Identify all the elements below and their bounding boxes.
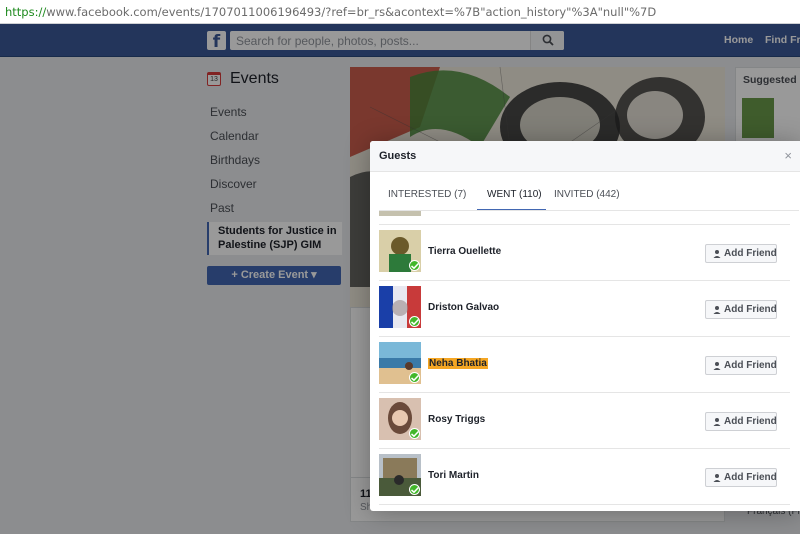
went-check-icon: [409, 484, 420, 495]
add-friend-button[interactable]: Add Friend: [705, 300, 777, 319]
avatar[interactable]: [379, 286, 421, 328]
add-friend-icon: [713, 362, 721, 370]
url-text: www.facebook.com/events/1707011006196493…: [46, 5, 657, 19]
list-item: Tori Martin Add Friend: [379, 449, 790, 505]
add-friend-button[interactable]: Add Friend: [705, 412, 777, 431]
guests-dialog: Guests × INTERESTED (7) WENT (110) INVIT…: [370, 141, 800, 511]
add-friend-label: Add Friend: [724, 248, 777, 259]
list-item: [379, 211, 790, 225]
tab-interested[interactable]: INTERESTED (7): [388, 182, 466, 211]
guest-tabs: INTERESTED (7) WENT (110) INVITED (442): [379, 182, 799, 211]
close-icon[interactable]: ×: [784, 148, 792, 163]
guest-name[interactable]: Rosy Triggs: [428, 414, 485, 425]
add-friend-label: Add Friend: [724, 360, 777, 371]
add-friend-label: Add Friend: [724, 416, 777, 427]
list-item: Tierra Ouellette Add Friend: [379, 225, 790, 281]
dialog-header: Guests ×: [370, 141, 800, 172]
avatar[interactable]: [379, 398, 421, 440]
guest-name[interactable]: Tori Martin: [428, 470, 479, 481]
add-friend-button[interactable]: Add Friend: [705, 244, 777, 263]
address-bar[interactable]: https://www.facebook.com/events/17070110…: [0, 0, 800, 24]
went-check-icon: [409, 372, 420, 383]
tab-invited[interactable]: INVITED (442): [554, 182, 620, 211]
add-friend-button[interactable]: Add Friend: [705, 356, 777, 375]
avatar[interactable]: [379, 454, 421, 496]
guest-name[interactable]: Neha Bhatia: [428, 358, 488, 369]
guest-name[interactable]: Driston Galvao: [428, 302, 499, 313]
avatar: [379, 211, 421, 216]
add-friend-icon: [713, 418, 721, 426]
url-protocol: https://: [5, 5, 47, 19]
guest-list[interactable]: Tierra Ouellette Add Friend Driston Galv…: [379, 211, 790, 511]
avatar[interactable]: [379, 342, 421, 384]
add-friend-button[interactable]: Add Friend: [705, 468, 777, 487]
went-check-icon: [409, 260, 420, 271]
add-friend-label: Add Friend: [724, 304, 777, 315]
avatar[interactable]: [379, 230, 421, 272]
add-friend-icon: [713, 306, 721, 314]
dialog-title: Guests: [379, 150, 417, 162]
list-item: Rosy Triggs Add Friend: [379, 393, 790, 449]
add-friend-icon: [713, 250, 721, 258]
list-item: Driston Galvao Add Friend: [379, 281, 790, 337]
went-check-icon: [409, 428, 420, 439]
went-check-icon: [409, 316, 420, 327]
add-friend-icon: [713, 474, 721, 482]
guest-name[interactable]: Tierra Ouellette: [428, 246, 501, 257]
tab-went[interactable]: WENT (110): [477, 182, 546, 211]
add-friend-label: Add Friend: [724, 472, 777, 483]
list-item: Neha Bhatia Add Friend: [379, 337, 790, 393]
